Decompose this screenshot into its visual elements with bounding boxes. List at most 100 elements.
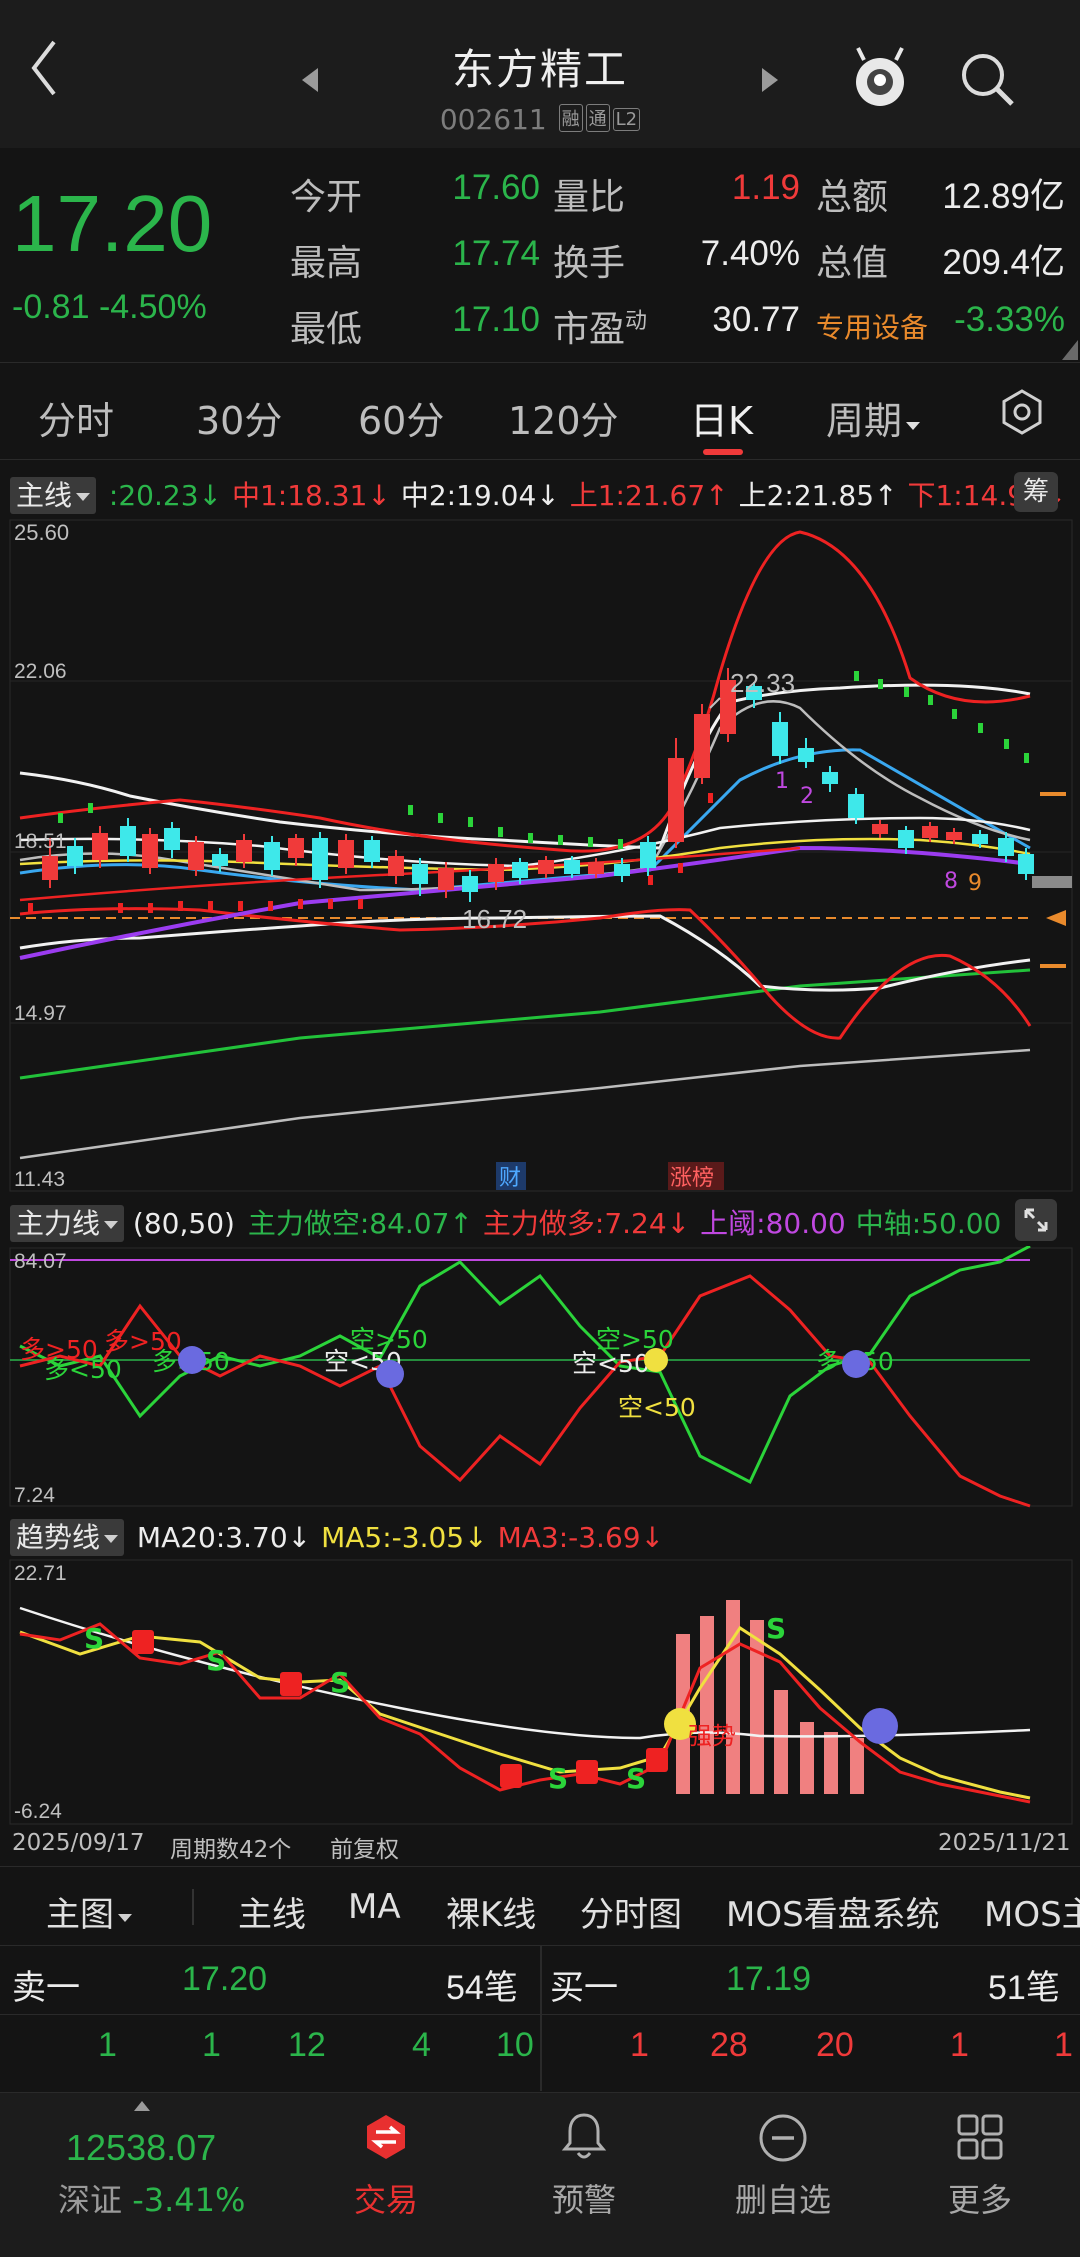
candle-body <box>946 832 962 840</box>
tab-60min[interactable]: 60分 <box>358 390 444 445</box>
tab-ma[interactable]: MA <box>348 1887 401 1927</box>
trade-icon[interactable] <box>362 2113 410 2161</box>
hist-bar <box>750 1620 764 1794</box>
force-indicator-label: 主力线 <box>16 1207 101 1240</box>
industry-label[interactable]: 专用设备 <box>816 306 928 346</box>
y-tick: 11.43 <box>14 1168 65 1191</box>
main-indicator-select[interactable]: 主线 <box>10 477 97 514</box>
chart-type-tabs: 主图 主线 MA 裸K线 分时图 MOS看盘系统 MOS主 <box>0 1866 1080 1946</box>
last-price: 17.20 <box>12 179 213 268</box>
trend-indicator-values: MA20:3.70↓ MA5:-3.05↓ MA3:-3.69↓ <box>133 1521 664 1554</box>
candle-body <box>188 842 204 870</box>
sar-dot <box>148 903 153 913</box>
sell-signal-marker: S <box>626 1762 646 1795</box>
candle-body <box>512 862 528 878</box>
trend-indicator-header: 趋势线 MA20:3.70↓ MA5:-3.05↓ MA3:-3.69↓ <box>10 1516 664 1556</box>
hist-bar <box>700 1616 714 1794</box>
chevron-down-icon <box>104 1535 119 1543</box>
trend-label: 强势 <box>688 1722 736 1750</box>
trend-indicator-chart[interactable]: 22.71 -6.24 S S S S S S 强势 <box>0 1558 1080 1826</box>
sar-dot <box>978 723 983 733</box>
main-chart-select[interactable]: 主图 <box>46 1887 132 1936</box>
bottom-navigation: 12538.07 深证 -3.41% 交易 预警 删自选 更多 <box>0 2092 1080 2257</box>
trend-indicator-label: 趋势线 <box>16 1521 101 1554</box>
quote-panel: 17.20 -0.81 -4.50% 今开 17.60 量比 1.19 总额 1… <box>0 148 1080 363</box>
index-info[interactable]: 深证 -3.41% <box>58 2175 245 2221</box>
tab-period-label: 周期 <box>826 399 903 443</box>
marker-number: 2 <box>800 784 814 809</box>
hist-bar <box>800 1722 814 1794</box>
industry-change: -3.33% <box>954 300 1065 339</box>
candle-body <box>614 864 630 876</box>
chevron-down-icon <box>76 493 91 501</box>
remove-watchlist-icon[interactable] <box>758 2113 808 2163</box>
buy-queue-item: 1 <box>630 2026 649 2064</box>
nav-alert[interactable]: 预警 <box>504 2175 664 2221</box>
fullscreen-icon[interactable] <box>1014 1198 1058 1242</box>
stock-code: 002611 融通 L2 <box>0 103 1080 136</box>
sell-queue-item: 4 <box>412 2026 431 2064</box>
tab-mos-system[interactable]: MOS看盘系统 <box>726 1887 940 1936</box>
main-kline-chart[interactable]: 1 2 8 9 25.60 22.06 18.51 14.97 11.43 22… <box>0 518 1080 1193</box>
candle-body <box>640 842 656 868</box>
tab-mos-main[interactable]: MOS主 <box>984 1887 1080 1936</box>
more-grid-icon[interactable] <box>956 2113 1004 2161</box>
index-name: 深证 <box>58 2181 123 2219</box>
ma-long-gray-line <box>19 1048 1031 1160</box>
sar-dot <box>178 901 183 911</box>
main-indicator-values: :20.23↓ 中1:18.31↓ 中2:19.04↓ 上1:21.67↑ 上2:21.… <box>105 479 1066 512</box>
force-indicator-select[interactable]: 主力线 <box>10 1205 125 1242</box>
chip-distribution-button[interactable]: 筹 <box>1014 472 1058 512</box>
main-indicator-value-2: 中2:19.04↓ <box>400 479 560 512</box>
candle-body <box>668 758 684 842</box>
nav-more[interactable]: 更多 <box>900 2175 1060 2221</box>
tab-30min[interactable]: 30分 <box>196 390 282 445</box>
trend-face-icon <box>862 1708 898 1744</box>
force-indicator-header: 主力线 (80,50) 主力做空:84.07↑ 主力做多:7.24↓ 上阈:80.0… <box>10 1202 1001 1242</box>
tab-period-dropdown[interactable]: 周期 <box>826 390 921 445</box>
open-label: 今开 <box>290 177 363 218</box>
robot-mascot-icon[interactable] <box>850 44 910 114</box>
tab-120min[interactable]: 120分 <box>508 390 619 445</box>
tab-bare-k[interactable]: 裸K线 <box>446 1887 536 1936</box>
sar-dot <box>298 899 303 909</box>
candle-body <box>822 772 838 784</box>
divider <box>0 2014 1080 2015</box>
buy1-label: 买一 <box>550 1969 618 2007</box>
current-price-marker-icon <box>1046 910 1066 926</box>
bell-alert-icon[interactable] <box>560 2111 608 2163</box>
tab-daily-k[interactable]: 日K <box>690 390 753 445</box>
trend-indicator-value-1: MA5:-3.05↓ <box>321 1521 488 1554</box>
candle-body <box>142 834 158 868</box>
trend-indicator-select[interactable]: 趋势线 <box>10 1519 125 1556</box>
candle-body <box>898 830 914 848</box>
expand-up-icon[interactable] <box>132 2099 152 2113</box>
adjust-mode[interactable]: 前复权 <box>330 1830 399 1864</box>
tab-main-line[interactable]: 主线 <box>238 1887 306 1936</box>
settings-hexagon-icon[interactable] <box>998 388 1046 436</box>
force-indicator-value-2: 上阈:80.00 <box>700 1207 846 1240</box>
nav-trade[interactable]: 交易 <box>306 2175 466 2221</box>
nav-remove-watchlist[interactable]: 删自选 <box>703 2175 863 2221</box>
sar-dot <box>28 903 33 913</box>
next-stock-icon[interactable] <box>760 66 780 94</box>
candle-body <box>694 714 710 778</box>
candle-body <box>564 860 580 874</box>
sell-signal-marker: S <box>330 1666 350 1699</box>
tab-timeshare[interactable]: 分时图 <box>580 1887 682 1936</box>
force-indicator-chart[interactable]: 84.07 7.24 多>50 多>50 多<50 多>50 空>50 空<50… <box>0 1246 1080 1508</box>
low-annotation: 16.72 <box>462 904 527 934</box>
index-value[interactable]: 12538.07 <box>66 2127 216 2169</box>
candle-body <box>212 854 228 866</box>
expand-corner-icon[interactable] <box>1060 338 1080 362</box>
top-bar: 东方精工 002611 融通 L2 <box>0 0 1080 148</box>
sar-dot <box>118 903 123 913</box>
tab-intraday[interactable]: 分时 <box>38 390 114 445</box>
pe-ratio-label-text: 市盈 <box>553 309 626 350</box>
connect-tag: 通 <box>585 104 610 132</box>
force-indicator-values: 主力做空:84.07↑ 主力做多:7.24↓ 上阈:80.00 中轴:50.00 <box>244 1207 1002 1240</box>
long-force-line <box>19 1274 1031 1508</box>
search-icon[interactable] <box>958 50 1018 110</box>
candle-body <box>364 840 380 862</box>
sar-dot <box>208 901 213 911</box>
